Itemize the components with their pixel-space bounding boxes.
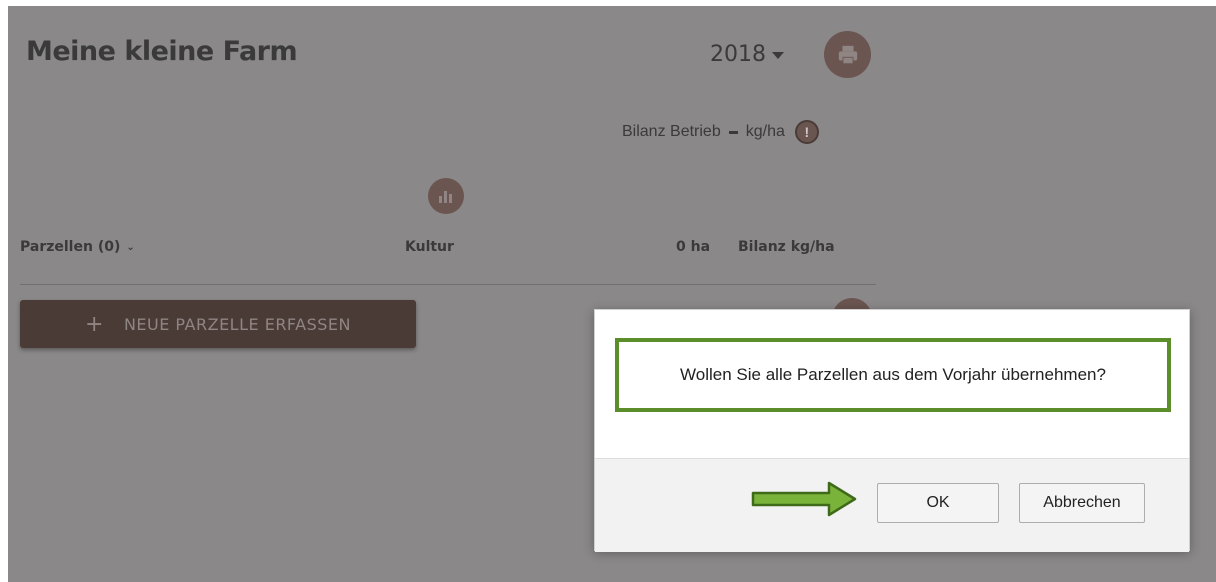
confirm-dialog: Wollen Sie alle Parzellen aus dem Vorjah… <box>594 309 1190 552</box>
dialog-message-highlight: Wollen Sie alle Parzellen aus dem Vorjah… <box>615 338 1171 412</box>
farm-balance-label: Bilanz Betrieb <box>622 123 721 140</box>
arrow-right-icon <box>751 481 857 517</box>
kultur-header: Kultur <box>405 239 454 255</box>
farm-balance: Bilanz Betrieb kg/ha ! <box>622 120 819 144</box>
dialog-footer: OK Abbrechen <box>595 458 1189 552</box>
parzellen-header[interactable]: Parzellen (0) ⌄ <box>20 239 135 255</box>
dialog-body: Wollen Sie alle Parzellen aus dem Vorjah… <box>595 310 1189 458</box>
info-icon[interactable]: ! <box>794 120 819 144</box>
parzellen-header-label: Parzellen (0) <box>20 239 121 255</box>
year-value: 2018 <box>710 42 766 67</box>
plus-icon: + <box>85 311 104 337</box>
divider <box>20 284 876 285</box>
bar-chart-icon <box>439 191 452 203</box>
print-button[interactable] <box>824 31 871 78</box>
ok-button[interactable]: OK <box>877 483 999 523</box>
caret-down-icon <box>772 52 784 59</box>
dialog-message: Wollen Sie alle Parzellen aus dem Vorjah… <box>680 365 1106 384</box>
farm-balance-unit: kg/ha <box>745 123 785 140</box>
year-select[interactable]: 2018 <box>710 42 784 67</box>
cancel-button[interactable]: Abbrechen <box>1019 483 1145 523</box>
chevron-down-icon: ⌄ <box>126 241 135 253</box>
area-header: 0 ha <box>676 239 711 255</box>
balance-empty-value <box>728 130 738 134</box>
add-parcel-button[interactable]: + NEUE PARZELLE ERFASSEN <box>20 300 416 348</box>
add-parcel-label: NEUE PARZELLE ERFASSEN <box>123 314 351 334</box>
page-title: Meine kleine Farm <box>26 36 298 67</box>
chart-button[interactable] <box>428 178 464 214</box>
bilanz-header: Bilanz kg/ha <box>738 239 835 255</box>
print-icon <box>838 45 857 64</box>
